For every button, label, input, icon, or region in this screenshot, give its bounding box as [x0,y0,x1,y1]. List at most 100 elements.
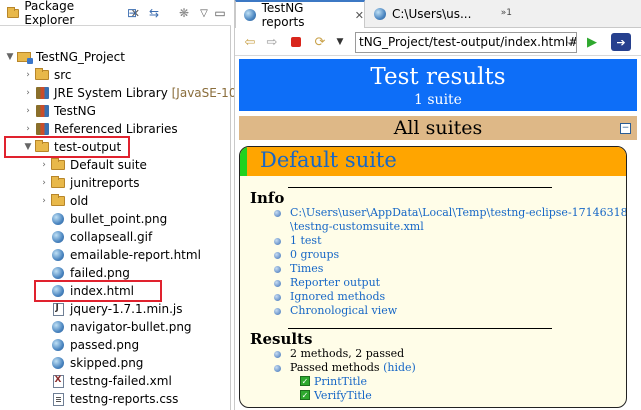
url-field[interactable]: tNG_Project/test-output/index.html# ⌵ [355,32,577,53]
tree-item-label: Referenced Libraries [54,122,178,136]
css-file-icon [50,392,66,406]
tree-item-old[interactable]: › old [38,192,88,210]
browser-globe-icon [242,8,258,22]
collapse-arrow-icon[interactable]: › [38,178,50,188]
web-file-icon [50,320,66,334]
chronological-view-link[interactable]: Chronological view [290,304,397,317]
editor-tabbar: TestNG reports ✕ C:\Users\us... »1 [235,0,641,29]
forward-icon[interactable]: ⇨ [263,34,281,50]
tab-testng-reports[interactable]: TestNG reports ✕ [235,0,365,29]
collapse-arrow-icon[interactable]: › [22,106,34,116]
tree-item-default-suite[interactable]: › Default suite [38,156,147,174]
suite-header: Default suite [240,147,626,176]
bullet-icon [274,238,281,245]
tree-item-jre[interactable]: › JRE System Library [JavaSE-10] [22,84,241,102]
suite-path-link[interactable]: C:\Users\user\AppData\Local\Temp\testng-… [290,206,626,219]
project-icon [16,50,33,64]
bullet-icon [274,294,281,301]
tree-item-file[interactable]: navigator-bullet.png [50,318,192,336]
tree-item-label: TestNG_Project [36,50,125,64]
tree-item-suffix: [JavaSE-10] [171,86,242,100]
library-icon [34,122,50,136]
package-explorer-title: Package Explorer [24,0,75,27]
package-explorer-tab[interactable]: Package Explorer ✕ [0,0,140,27]
groups-link[interactable]: 0 groups [290,248,339,261]
tree-item-label: navigator-bullet.png [70,320,192,334]
tree-item-label: TestNG [54,104,96,118]
report-banner: Test results 1 suite [239,59,637,111]
tests-link[interactable]: 1 test [290,234,322,247]
folder-icon [50,176,66,190]
tree-item-src[interactable]: › src [22,66,72,84]
suite-card: Default suite Info C:\Users\user\AppData… [239,146,627,408]
web-file-icon [50,338,66,352]
passed-methods-text: Passed methods [290,361,380,374]
tree-item-label: bullet_point.png [70,212,168,226]
tree-item-file[interactable]: testng-failed.xml [50,372,172,390]
suite-name[interactable]: Default suite [260,148,397,172]
history-dropdown-icon[interactable]: ▼ [331,34,349,50]
library-icon [34,104,50,118]
go-icon[interactable]: ▶ [583,34,601,50]
report-title: Test results [370,64,506,90]
close-icon[interactable]: ✕ [355,9,364,22]
refresh-icon[interactable]: ⟳ [311,34,329,50]
expand-icon[interactable]: ▼ [4,52,16,62]
method-link-verify-title[interactable]: VerifyTitle [314,389,372,402]
tree-item-junitreports[interactable]: › junitreports [38,174,140,192]
bullet-icon [274,252,281,259]
back-icon[interactable]: ⇦ [241,34,259,50]
collapse-arrow-icon[interactable]: › [38,196,50,206]
pass-status-bar [240,147,247,176]
tree-item-file[interactable]: testng-reports.css [50,390,178,408]
report-subtitle: 1 suite [414,92,462,108]
stop-icon[interactable] [287,34,305,50]
tree-item-file[interactable]: collapseall.gif [50,228,152,246]
highlight-box-test-output [4,136,130,158]
tree-item-file[interactable]: passed.png [50,336,139,354]
tab-overflow-count[interactable]: »1 [501,8,512,18]
link-with-editor-icon[interactable]: ⇆ [146,5,162,21]
library-icon [34,86,50,100]
browser-globe-icon [372,7,388,21]
tab-users[interactable]: C:\Users\us... [366,0,496,28]
tree-item-label: testng-reports.css [70,392,179,406]
checkmark-icon: ✓ [300,376,310,386]
times-link[interactable]: Times [290,262,323,275]
tree-item-file[interactable]: emailable-report.html [50,246,201,264]
hide-link[interactable]: (hide) [383,361,416,374]
focus-icon[interactable]: ❋ [176,5,192,21]
tree-item-label: skipped.png [70,356,144,370]
url-dropdown-icon[interactable]: ⌵ [566,33,574,52]
collapse-arrow-icon[interactable]: › [22,88,34,98]
collapse-arrow-icon[interactable]: › [22,70,34,80]
minimize-icon[interactable]: ▭ [212,5,228,21]
reporter-output-link[interactable]: Reporter output [290,276,380,289]
tree-item-file[interactable]: skipped.png [50,354,143,372]
collapse-arrow-icon[interactable]: › [22,124,34,134]
tree-item-label: old [70,194,89,208]
browser-panel: TestNG reports ✕ C:\Users\us... »1 ⇦ ⇨ ⟳… [234,0,641,410]
method-link-print-title[interactable]: PrintTitle [314,375,367,388]
tree-item-label: collapseall.gif [70,230,153,244]
ignored-methods-link[interactable]: Ignored methods [290,290,385,303]
web-file-icon [50,266,66,280]
url-text: tNG_Project/test-output/index.html# [359,35,577,49]
tree-item-label: emailable-report.html [70,248,201,262]
collapse-icon[interactable]: − [620,123,631,134]
collapse-arrow-icon[interactable]: › [38,160,50,170]
tree-item-file[interactable]: jquery-1.7.1.min.js [50,300,182,318]
tree-item-file[interactable]: bullet_point.png [50,210,167,228]
source-folder-icon [34,68,50,82]
external-browser-icon[interactable]: ➔ [611,33,631,51]
bullet-icon [274,351,281,358]
tree-item-project[interactable]: ▼ TestNG_Project [4,48,125,66]
suite-file-link[interactable]: \testng-customsuite.xml [290,220,424,233]
tree-item-testng[interactable]: › TestNG [22,102,96,120]
highlight-box-index-html [34,280,162,302]
info-heading: Info [250,189,285,207]
view-menu-icon[interactable]: ▽ [196,5,212,21]
collapse-all-icon[interactable]: ⊟ [124,5,140,21]
javascript-file-icon [50,302,66,316]
tree-item-label: testng-failed.xml [70,374,172,388]
